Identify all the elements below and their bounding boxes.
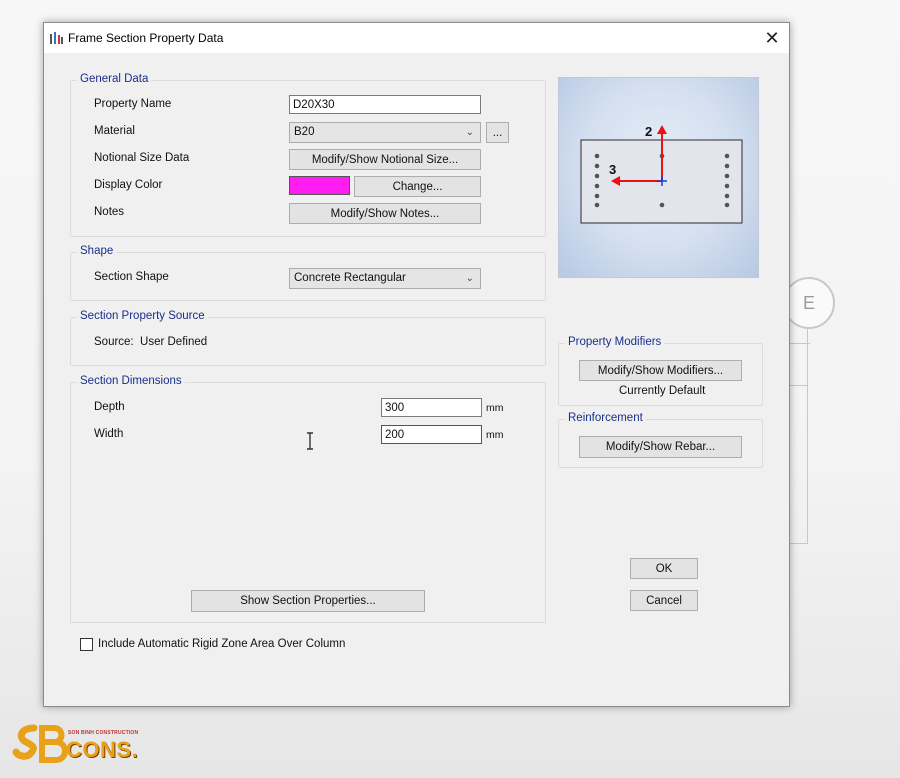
depth-unit: mm <box>486 402 504 414</box>
cancel-button[interactable]: Cancel <box>630 590 698 611</box>
material-select[interactable]: B20 ⌄ <box>289 122 481 143</box>
width-input[interactable]: 200 <box>381 425 482 444</box>
dialog-title: Frame Section Property Data <box>68 31 224 45</box>
frame-section-dialog: Frame Section Property Data ✕ General Da… <box>43 22 790 707</box>
close-icon: ✕ <box>764 27 780 48</box>
chevron-down-icon: ⌄ <box>465 127 474 138</box>
property-name-label: Property Name <box>94 98 172 110</box>
width-unit: mm <box>486 429 504 441</box>
source-text: Source: User Defined <box>94 336 208 348</box>
modify-rebar-button[interactable]: Modify/Show Rebar... <box>579 436 742 458</box>
close-button[interactable]: ✕ <box>755 23 789 53</box>
rigid-zone-label: Include Automatic Rigid Zone Area Over C… <box>98 638 346 650</box>
notes-label: Notes <box>94 206 125 218</box>
ellipsis-label: ... <box>492 126 503 139</box>
section-shape-value: Concrete Rectangular <box>294 272 406 284</box>
grid-tick <box>790 343 810 344</box>
axis-2-label: 2 <box>645 124 652 139</box>
rigid-zone-checkbox[interactable] <box>80 638 93 651</box>
grid-tick <box>790 385 808 386</box>
grid-bubble-label: E <box>802 292 815 313</box>
logo-brand: CONS. <box>66 737 139 762</box>
depth-input[interactable]: 300 <box>381 398 482 417</box>
notional-size-button[interactable]: Modify/Show Notional Size... <box>289 149 481 170</box>
section-source-title: Section Property Source <box>77 310 208 322</box>
property-name-input[interactable]: D20X30 <box>289 95 481 114</box>
chevron-down-icon: ⌄ <box>465 273 474 284</box>
material-browse-button[interactable]: ... <box>486 122 509 143</box>
section-dimensions-title: Section Dimensions <box>77 375 185 387</box>
axis-3-label: 3 <box>609 162 616 177</box>
depth-label: Depth <box>94 401 125 413</box>
notes-button[interactable]: Modify/Show Notes... <box>289 203 481 224</box>
change-color-button[interactable]: Change... <box>354 176 481 197</box>
section-shape-select[interactable]: Concrete Rectangular ⌄ <box>289 268 481 289</box>
display-color-label: Display Color <box>94 179 163 191</box>
section-dimensions-group: Section Dimensions <box>70 375 546 623</box>
property-modifiers-title: Property Modifiers <box>565 336 665 348</box>
material-label: Material <box>94 125 135 137</box>
title-bar[interactable]: Frame Section Property Data ✕ <box>44 23 789 53</box>
show-section-properties-button[interactable]: Show Section Properties... <box>191 590 425 612</box>
logo-subtitle: SON BINH CONSTRUCTION <box>68 730 139 736</box>
shape-title: Shape <box>77 245 117 257</box>
modify-modifiers-button[interactable]: Modify/Show Modifiers... <box>579 360 742 381</box>
general-data-title: General Data <box>77 73 152 85</box>
width-label: Width <box>94 428 124 440</box>
section-drawing: 2 3 <box>580 124 743 224</box>
display-color-swatch[interactable] <box>289 176 350 195</box>
ok-button[interactable]: OK <box>630 558 698 579</box>
grid-bubble-e: E <box>783 277 835 329</box>
material-value: B20 <box>294 126 315 138</box>
app-icon <box>50 32 63 44</box>
modifiers-status: Currently Default <box>619 385 706 397</box>
notional-size-label: Notional Size Data <box>94 152 190 164</box>
grid-line <box>807 329 808 544</box>
text-cursor-icon <box>307 432 313 450</box>
grid-tick <box>790 543 808 544</box>
section-preview: 2 3 <box>558 77 759 278</box>
reinforcement-title: Reinforcement <box>565 412 646 424</box>
section-shape-label: Section Shape <box>94 271 169 283</box>
